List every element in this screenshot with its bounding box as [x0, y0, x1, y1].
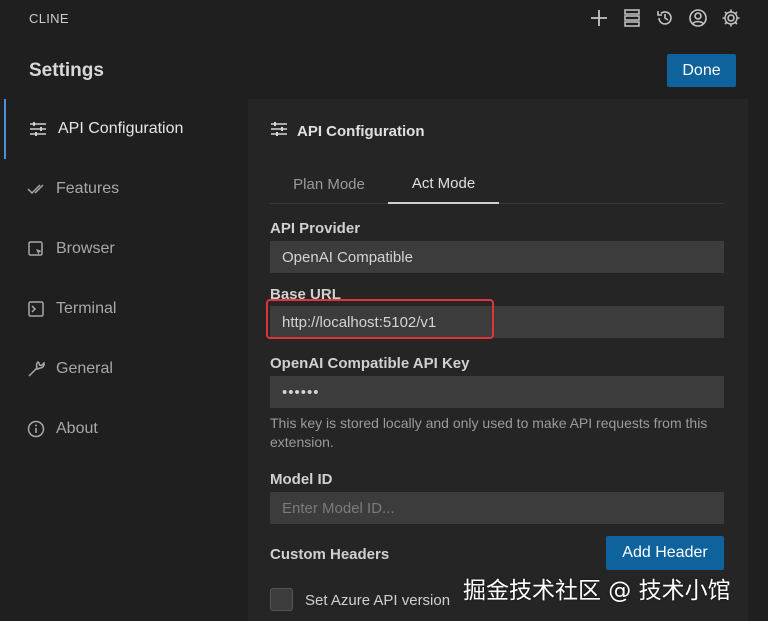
sidebar-item-label: Terminal: [56, 300, 117, 317]
azure-api-version-checkbox[interactable]: [270, 588, 293, 611]
history-icon[interactable]: [652, 6, 678, 30]
sidebar-item-api-configuration[interactable]: API Configuration: [4, 99, 246, 159]
sidebar-item-label: About: [56, 420, 98, 437]
api-key-input[interactable]: ••••••: [270, 376, 724, 408]
sliders-icon: [270, 120, 288, 143]
tab-act-mode[interactable]: Act Mode: [388, 164, 499, 204]
wrench-icon: [26, 359, 46, 379]
top-bar: CLINE: [0, 0, 768, 36]
custom-headers-label: Custom Headers: [270, 546, 390, 563]
settings-sidebar: API Configuration Features Browser Termi…: [4, 99, 246, 621]
tab-plan-mode[interactable]: Plan Mode: [270, 164, 388, 204]
add-header-button[interactable]: Add Header: [606, 536, 724, 570]
plus-icon[interactable]: [586, 6, 612, 30]
model-id-input[interactable]: [270, 492, 724, 524]
page-title: Settings: [29, 60, 104, 81]
toolbar-icons: [586, 6, 744, 30]
sidebar-item-label: Features: [56, 180, 120, 197]
sidebar-item-label: General: [56, 360, 113, 377]
api-provider-select[interactable]: OpenAI Compatible: [270, 241, 724, 273]
account-icon[interactable]: [685, 6, 711, 30]
mode-tabs: Plan Mode Act Mode: [270, 164, 724, 204]
base-url-label: Base URL: [270, 286, 341, 303]
sidebar-item-general[interactable]: General: [4, 339, 246, 399]
sliders-icon: [28, 119, 48, 139]
sidebar-item-label: Browser: [56, 240, 115, 257]
browser-icon: [26, 239, 46, 259]
api-key-hint: This key is stored locally and only used…: [270, 415, 708, 450]
done-button[interactable]: Done: [667, 54, 736, 87]
api-provider-label: API Provider: [270, 220, 361, 237]
section-header: API Configuration: [270, 120, 425, 143]
sidebar-item-browser[interactable]: Browser: [4, 219, 246, 279]
sidebar-item-features[interactable]: Features: [4, 159, 246, 219]
info-icon: [26, 419, 46, 439]
api-configuration-panel: API Configuration Plan Mode Act Mode API…: [248, 99, 748, 621]
checks-icon: [26, 179, 46, 199]
sidebar-item-label: API Configuration: [58, 120, 184, 137]
model-id-label: Model ID: [270, 471, 333, 488]
api-key-label: OpenAI Compatible API Key: [270, 355, 470, 372]
sidebar-item-terminal[interactable]: Terminal: [4, 279, 246, 339]
terminal-icon: [26, 299, 46, 319]
watermark: 掘金技术社区 @ 技术小馆: [463, 578, 731, 604]
section-title: API Configuration: [297, 123, 425, 140]
gear-icon[interactable]: [718, 6, 744, 30]
azure-api-version-label: Set Azure API version: [305, 592, 451, 609]
server-icon[interactable]: [619, 6, 645, 30]
app-name: CLINE: [29, 11, 69, 26]
base-url-input[interactable]: [270, 306, 724, 338]
sidebar-item-about[interactable]: About: [4, 399, 246, 459]
